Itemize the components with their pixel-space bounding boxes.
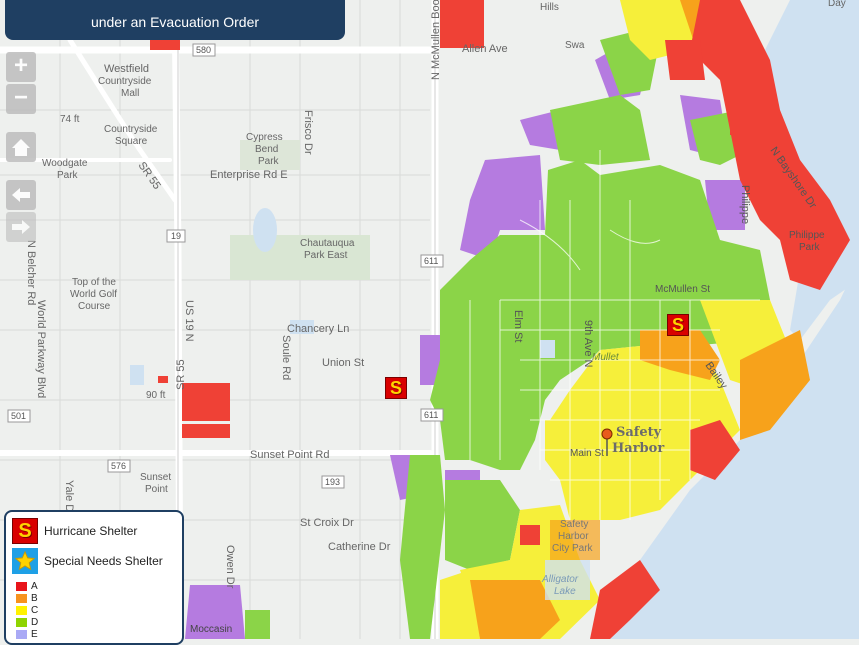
label-9th-ave: 9th Ave N <box>582 320 594 368</box>
label-safety-harbor-2: Harbor <box>612 441 664 456</box>
label-alligator-2: Lake <box>554 586 576 597</box>
label-alligator-1: Alligator <box>541 574 579 585</box>
label-mall: Mall <box>121 88 139 99</box>
label-philippe-rd: Philippe <box>739 185 751 224</box>
label-sunset-2: Point <box>145 484 168 495</box>
label-swa: Swa <box>565 40 585 51</box>
label-top-of-world-3: Course <box>78 301 111 312</box>
arrow-left-icon <box>12 188 30 202</box>
home-button[interactable] <box>6 132 36 162</box>
route-611-label-2: 611 <box>424 410 438 420</box>
label-countryside: Countryside <box>98 76 152 87</box>
label-chautauqua-1: Chautauqua <box>300 238 355 249</box>
label-sunset-point-rd: Sunset Point Rd <box>250 449 330 461</box>
label-cypress-2: Bend <box>255 144 278 155</box>
label-main-st: Main St <box>570 448 604 459</box>
label-soule-rd: Soule Rd <box>280 335 292 380</box>
label-us19n: US 19 N <box>183 300 195 342</box>
zoom-in-button[interactable]: + <box>6 52 36 82</box>
route-193-label: 193 <box>325 477 340 487</box>
label-owen-dr: Owen Dr <box>224 545 236 589</box>
legend-hurricane-shelter-label: Hurricane Shelter <box>44 524 138 538</box>
label-mullet: Mullet <box>592 352 620 363</box>
route-19-label: 19 <box>171 231 181 241</box>
legend-hurricane-shelter: S Hurricane Shelter <box>12 518 137 544</box>
forward-button[interactable] <box>6 212 36 242</box>
label-hills: Hills <box>540 2 559 13</box>
label-sr55b: SR 55 <box>175 359 187 390</box>
evacuation-banner: … under an Evacuation Order <box>5 0 345 40</box>
label-sh-city-park-3: City Park <box>552 543 594 554</box>
label-n-mcmullen: N McMullen Booth Rd <box>430 0 442 80</box>
map-legend: S Hurricane Shelter Special Needs Shelte… <box>4 510 184 645</box>
legend-zone-d: D <box>16 618 38 628</box>
label-allen-ave: Allen Ave <box>462 43 508 55</box>
hurricane-shelter-icon-2[interactable]: S <box>667 314 689 336</box>
hurricane-shelter-legend-icon: S <box>12 518 38 544</box>
label-chancery-ln: Chancery Ln <box>287 323 349 335</box>
home-icon <box>12 139 30 156</box>
label-elev-74: 74 ft <box>60 114 80 125</box>
label-countryside-square-2: Square <box>115 136 148 147</box>
label-chautauqua-2: Park East <box>304 250 348 261</box>
legend-zone-c: C <box>16 606 38 616</box>
route-576-label: 576 <box>111 461 126 471</box>
route-611-label: 611 <box>424 256 438 266</box>
star-icon <box>12 548 38 574</box>
route-501-label: 501 <box>11 411 26 421</box>
banner-line-2: under an Evacuation Order <box>90 14 260 30</box>
zoom-out-button[interactable]: − <box>6 84 36 114</box>
label-top-of-world-2: World Golf <box>70 289 117 300</box>
label-day: Day <box>828 0 846 9</box>
label-elev-90: 90 ft <box>146 390 166 401</box>
label-moccasin: Moccasin <box>190 624 232 635</box>
hurricane-shelter-icon[interactable]: S <box>385 377 407 399</box>
label-n-belcher: N Belcher Rd <box>25 240 37 305</box>
route-580-label: 580 <box>196 45 211 55</box>
legend-special-needs-label: Special Needs Shelter <box>44 554 163 568</box>
label-sh-city-park-1: Safety <box>560 519 588 530</box>
label-sh-city-park-2: Harbor <box>558 531 589 542</box>
label-top-of-world-1: Top of the <box>72 277 116 288</box>
label-westfield: Westfield <box>104 63 149 75</box>
legend-zone-a: A <box>16 582 38 592</box>
arrow-right-icon <box>12 220 30 234</box>
label-woodgate-1: Woodgate <box>42 158 88 169</box>
label-enterprise-rd: Enterprise Rd E <box>210 169 288 181</box>
label-sunset-1: Sunset <box>140 472 171 483</box>
label-woodgate-2: Park <box>57 170 79 181</box>
label-safety-harbor-1: Safety <box>616 425 662 440</box>
label-world-pkwy: World Parkway Blvd <box>35 300 47 398</box>
label-elm-st: Elm St <box>512 310 524 342</box>
banner-line-1: … <box>168 4 182 12</box>
legend-zone-b: B <box>16 594 38 604</box>
label-cypress-3: Park <box>258 156 280 167</box>
label-philippe-1: Philippe <box>789 230 825 241</box>
label-union-st: Union St <box>322 357 364 369</box>
back-button[interactable] <box>6 180 36 210</box>
label-philippe-2: Park <box>799 242 821 253</box>
label-cypress-1: Cypress <box>246 132 283 143</box>
label-frisco-dr: Frisco Dr <box>302 110 314 155</box>
label-catherine-dr: Catherine Dr <box>328 541 391 553</box>
legend-special-needs-shelter: Special Needs Shelter <box>12 548 163 574</box>
label-countryside-square-1: Countryside <box>104 124 158 135</box>
label-mcmullen-st: McMullen St <box>655 284 710 295</box>
label-st-croix-dr: St Croix Dr <box>300 517 354 529</box>
